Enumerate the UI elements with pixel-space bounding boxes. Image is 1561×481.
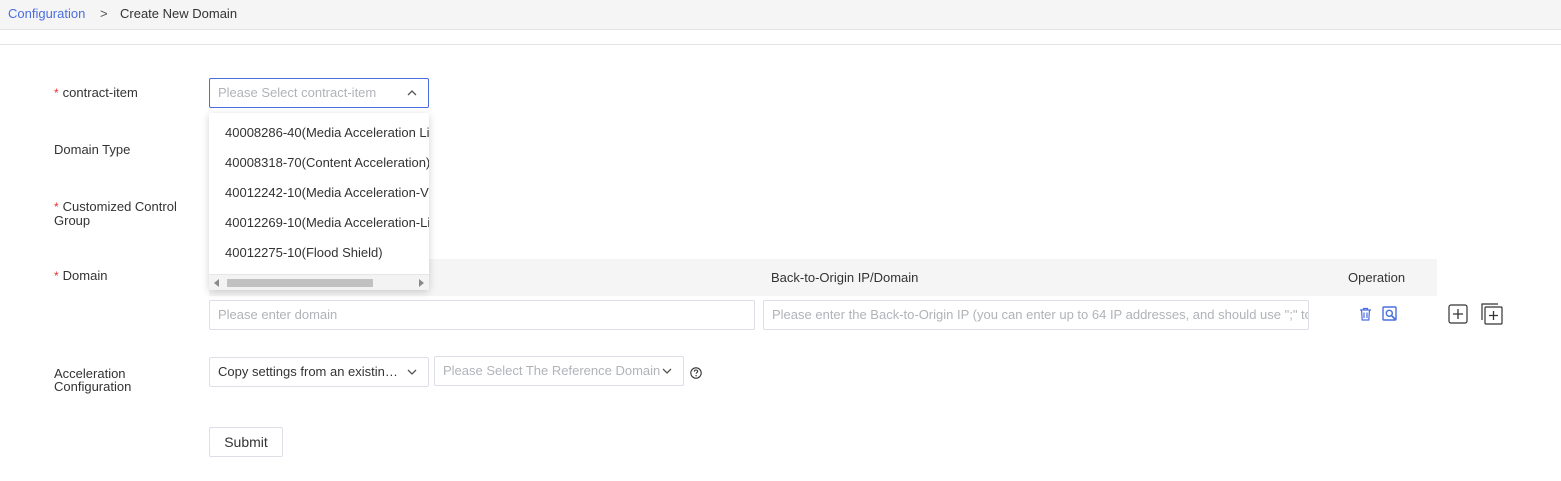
contract-item-option[interactable]: 40012242-10(Media Acceleration-VOD) (225, 178, 429, 208)
contract-item-label: * contract-item (54, 85, 138, 100)
contract-item-option[interactable]: 40008286-40(Media Acceleration Live Stre… (225, 118, 429, 148)
batch-add-icon[interactable] (1480, 302, 1504, 326)
breadcrumb-current: Create New Domain (120, 6, 238, 21)
acceleration-configuration-label: Acceleration Configuration (54, 366, 132, 394)
dropdown-horizontal-scrollbar[interactable] (209, 274, 429, 290)
reference-domain-select[interactable]: Please Select The Reference Domain (434, 356, 684, 386)
contract-item-option[interactable]: 40012269-10(Media Acceleration-Live) (225, 208, 429, 238)
origin-input[interactable]: Please enter the Back-to-Origin IP (you … (763, 300, 1309, 330)
column-header-origin: Back-to-Origin IP/Domain (771, 270, 919, 285)
copy-settings-value: Copy settings from an existing domain (218, 364, 402, 379)
required-mark: * (54, 269, 59, 283)
required-mark: * (54, 200, 59, 214)
delete-icon[interactable] (1357, 306, 1373, 322)
submit-button[interactable]: Submit (209, 427, 283, 457)
breadcrumb-separator: > (100, 6, 108, 21)
contract-item-select[interactable]: Please Select contract-item (209, 78, 429, 108)
divider (0, 44, 1561, 45)
copy-settings-select[interactable]: Copy settings from an existing domain (209, 357, 429, 387)
domain-type-label: Domain Type (54, 142, 131, 157)
domain-label: * Domain (54, 268, 108, 283)
contract-item-placeholder: Please Select contract-item (218, 85, 377, 100)
add-row-icon[interactable] (1447, 303, 1469, 325)
breadcrumb-configuration-link[interactable]: Configuration (8, 6, 85, 22)
contract-item-option[interactable]: 40008318-70(Content Acceleration) (225, 148, 429, 178)
required-mark: * (54, 86, 59, 100)
customized-control-group-label: * Customized Control Group (54, 199, 177, 228)
domain-input[interactable]: Please enter domain (209, 300, 755, 330)
scroll-left-arrow-icon[interactable] (214, 279, 219, 287)
help-icon[interactable] (689, 366, 702, 379)
scroll-right-arrow-icon[interactable] (419, 279, 424, 287)
reference-domain-placeholder: Please Select The Reference Domain (443, 363, 661, 378)
chevron-down-icon (661, 357, 673, 385)
top-bar: Configuration > Create New Domain (0, 0, 1561, 30)
chevron-down-icon (406, 358, 418, 386)
search-detail-icon[interactable] (1381, 305, 1398, 322)
chevron-up-icon (406, 79, 418, 107)
column-header-operation: Operation (1348, 270, 1406, 285)
scrollbar-thumb[interactable] (227, 279, 373, 287)
contract-item-option[interactable]: 40012275-10(Flood Shield) (225, 238, 383, 268)
contract-item-dropdown: 40008286-40(Media Acceleration Live Stre… (209, 113, 429, 290)
